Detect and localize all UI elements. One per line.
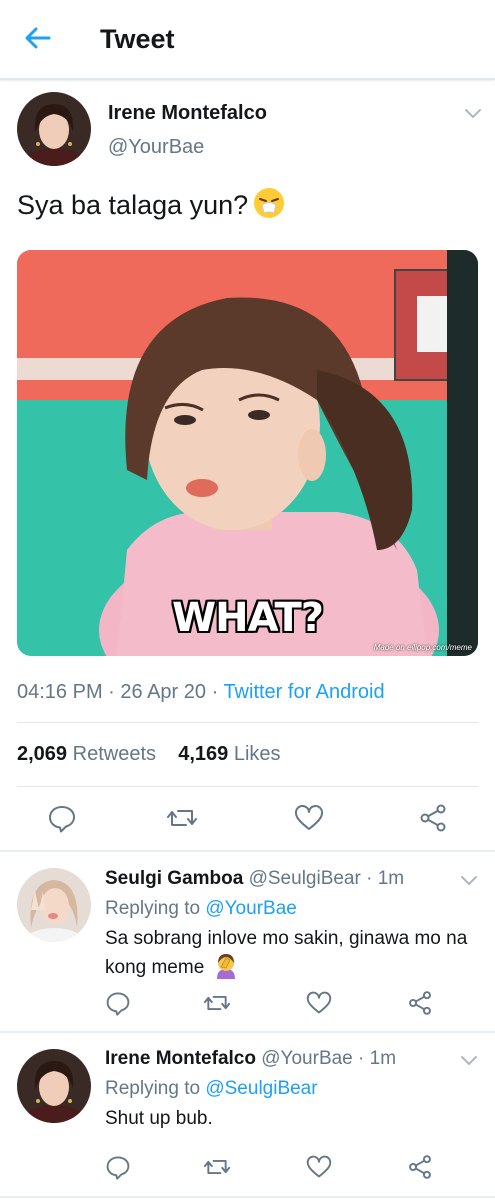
- facepalm-emoji-icon: [214, 953, 238, 988]
- emoji-face-icon: [252, 186, 286, 230]
- divider: [17, 722, 478, 723]
- meta-separator: ·: [352, 1048, 370, 1069]
- share-icon[interactable]: [407, 990, 433, 1016]
- replying-to: Replying to @SeulgiBear: [105, 1076, 318, 1101]
- replying-to-handle[interactable]: @YourBae: [205, 898, 296, 919]
- chevron-down-icon[interactable]: [464, 107, 482, 119]
- reply-author-handle[interactable]: @SeulgiBear: [249, 868, 361, 889]
- heart-icon[interactable]: [294, 803, 324, 833]
- section-separator: [0, 1031, 495, 1033]
- chevron-down-icon[interactable]: [460, 874, 478, 886]
- page-title: Tweet: [100, 24, 175, 54]
- retweet-icon[interactable]: [204, 1154, 230, 1180]
- author-handle[interactable]: @YourBae: [108, 134, 204, 160]
- reply-time: 1m: [377, 868, 405, 889]
- reply-time: 1m: [369, 1048, 397, 1069]
- tweet-meta: 04:16 PM · 26 Apr 20 · Twitter for Andro…: [17, 679, 385, 705]
- meme-watermark: Made on eilipop.com/meme: [373, 643, 472, 652]
- author-avatar[interactable]: [17, 92, 91, 166]
- reply-header: Irene Montefalco @YourBae · 1m: [105, 1046, 396, 1071]
- replying-to-label: Replying to: [105, 1078, 201, 1099]
- tweet-text-content: Sya ba talaga yun?: [17, 190, 249, 220]
- reply-text-content: Sa sobrang inlove mo sakin, ginawa mo na…: [105, 928, 468, 978]
- tweet-media-image[interactable]: WHAT? Made on eilipop.com/meme: [17, 250, 478, 656]
- section-separator: [0, 850, 495, 852]
- likes-stat[interactable]: 4,169 Likes: [178, 743, 280, 765]
- back-arrow-icon[interactable]: [22, 22, 54, 54]
- reply-text: Sa sobrang inlove mo sakin, ginawa mo na…: [105, 925, 475, 988]
- heart-icon[interactable]: [306, 990, 332, 1016]
- reply-author-handle[interactable]: @YourBae: [261, 1048, 352, 1069]
- reply-author-name[interactable]: Irene Montefalco: [105, 1048, 256, 1069]
- reply-text-content: Shut up bub.: [105, 1108, 213, 1129]
- author-name[interactable]: Irene Montefalco: [108, 100, 267, 126]
- reply-header: Seulgi Gamboa @SeulgiBear · 1m: [105, 866, 404, 891]
- replying-to-handle[interactable]: @SeulgiBear: [205, 1078, 317, 1099]
- reply-text: Shut up bub.: [105, 1105, 475, 1133]
- heart-icon[interactable]: [306, 1154, 332, 1180]
- tweet-time: 04:16 PM: [17, 681, 103, 703]
- reply-avatar[interactable]: [17, 868, 91, 942]
- share-icon[interactable]: [418, 803, 448, 833]
- chevron-down-icon[interactable]: [460, 1054, 478, 1066]
- tweet-stats: 2,069 Retweets 4,169 Likes: [17, 741, 281, 767]
- top-bar: Tweet: [0, 0, 495, 80]
- reply-author-name[interactable]: Seulgi Gamboa: [105, 868, 243, 889]
- replying-to-label: Replying to: [105, 898, 201, 919]
- like-count: 4,169: [178, 743, 229, 765]
- retweet-icon[interactable]: [204, 990, 230, 1016]
- meta-separator: ·: [360, 868, 378, 889]
- tweet-date: 26 Apr 20: [120, 681, 207, 703]
- like-label: Likes: [233, 743, 281, 765]
- retweet-count: 2,069: [17, 743, 68, 765]
- tweet-text: Sya ba talaga yun?: [17, 186, 286, 230]
- reply-icon[interactable]: [47, 803, 77, 833]
- meta-separator: ·: [102, 681, 121, 703]
- section-separator: [0, 1196, 495, 1198]
- meta-separator: ·: [206, 681, 224, 703]
- reply-icon[interactable]: [105, 1154, 131, 1180]
- reply-icon[interactable]: [105, 990, 131, 1016]
- retweet-icon[interactable]: [167, 803, 197, 833]
- tweet-source-link[interactable]: Twitter for Android: [223, 681, 384, 703]
- meme-caption: WHAT?: [172, 595, 324, 641]
- retweets-stat[interactable]: 2,069 Retweets: [17, 743, 156, 765]
- divider: [17, 786, 478, 787]
- retweet-label: Retweets: [72, 743, 156, 765]
- replying-to: Replying to @YourBae: [105, 896, 297, 921]
- share-icon[interactable]: [407, 1154, 433, 1180]
- reply-avatar[interactable]: [17, 1049, 91, 1123]
